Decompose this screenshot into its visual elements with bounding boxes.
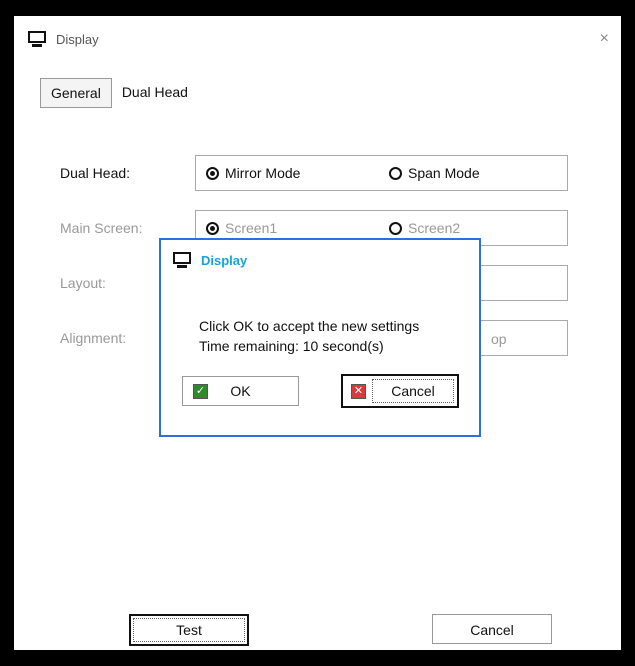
main-screen-label: Main Screen:: [60, 220, 143, 236]
dialog-message: Click OK to accept the new settings Time…: [199, 316, 419, 356]
tab-dual-head[interactable]: Dual Head: [112, 78, 198, 106]
layout-label: Layout:: [60, 275, 106, 291]
dual-head-options: Mirror Mode Span Mode: [195, 155, 568, 191]
monitor-icon: [28, 31, 46, 47]
dual-head-row: Dual Head: Mirror Mode Span Mode: [44, 155, 569, 191]
close-icon[interactable]: ×: [600, 30, 609, 48]
tab-bar: General Dual Head: [40, 78, 198, 108]
screen1-label: Screen1: [225, 220, 278, 236]
dialog-title-bar: Display: [173, 252, 247, 268]
test-button[interactable]: Test: [129, 614, 249, 646]
dual-head-label: Dual Head:: [60, 165, 131, 181]
span-mode-radio[interactable]: Span Mode: [389, 165, 480, 181]
window-title-bar: Display: [28, 31, 99, 47]
x-icon: ✕: [351, 383, 366, 399]
ok-button[interactable]: ✓ OK: [182, 376, 299, 406]
confirm-dialog: Display Click OK to accept the new setti…: [159, 238, 481, 437]
screen2-label: Screen2: [408, 220, 461, 236]
radio-unchecked-icon: [389, 221, 402, 235]
radio-unchecked-icon: [389, 166, 402, 180]
alignment-value-fragment: op: [491, 331, 507, 347]
monitor-icon: [173, 252, 191, 268]
countdown-text: Time remaining: 10 second(s): [199, 338, 384, 354]
alignment-label: Alignment:: [60, 330, 127, 346]
ok-label: OK: [230, 383, 251, 399]
radio-checked-icon: [206, 221, 219, 235]
radio-checked-icon: [206, 166, 219, 180]
dialog-cancel-button[interactable]: ✕ Cancel: [341, 374, 459, 408]
check-icon: ✓: [193, 383, 208, 399]
tab-general[interactable]: General: [40, 78, 112, 108]
dialog-cancel-label: Cancel: [372, 379, 454, 403]
mirror-mode-label: Mirror Mode: [225, 165, 301, 181]
screen1-radio[interactable]: Screen1: [206, 220, 277, 236]
cancel-button[interactable]: Cancel: [432, 614, 552, 644]
mirror-mode-radio[interactable]: Mirror Mode: [206, 165, 300, 181]
dialog-title: Display: [201, 252, 248, 268]
screen2-radio[interactable]: Screen2: [389, 220, 460, 236]
span-mode-label: Span Mode: [408, 165, 480, 181]
dialog-message-line1: Click OK to accept the new settings: [199, 318, 420, 334]
window-title: Display: [56, 31, 99, 47]
